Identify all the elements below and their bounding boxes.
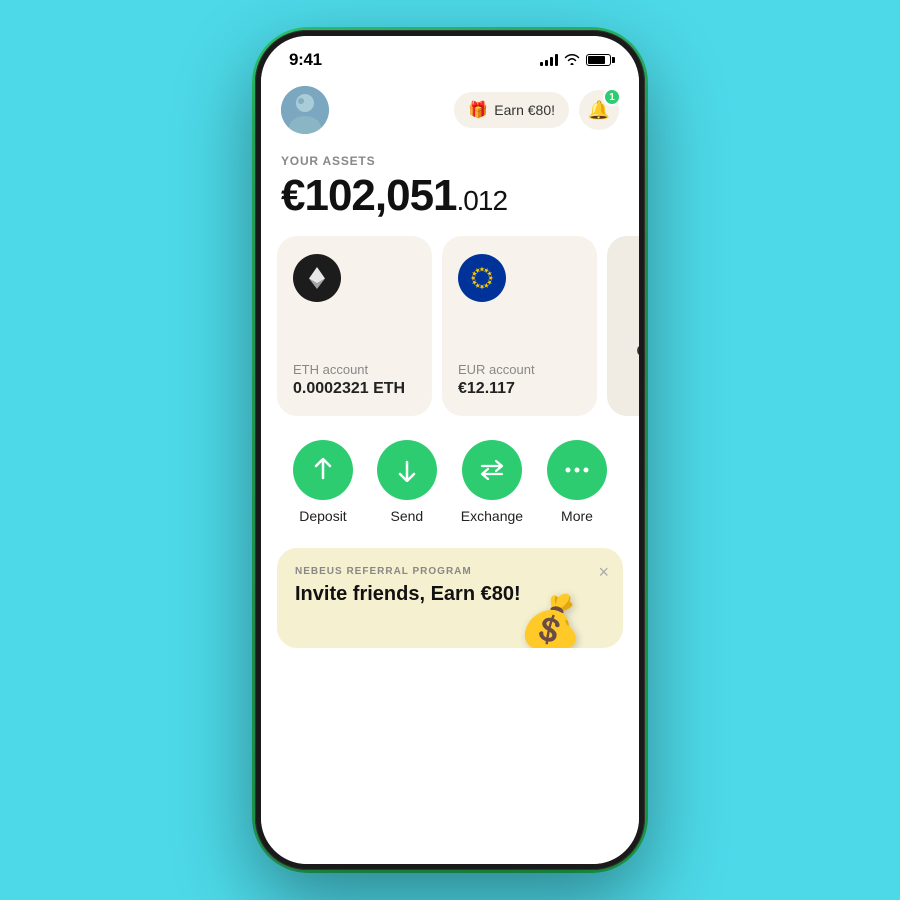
referral-banner[interactable]: NEBEUS REFERRAL PROGRAM Invite friends, …	[277, 548, 623, 648]
assets-amount-main: €102,051	[281, 171, 457, 220]
avatar[interactable]	[281, 86, 329, 134]
exchange-button[interactable]	[462, 440, 522, 500]
status-bar: 9:41	[261, 36, 639, 78]
more-action[interactable]: More	[547, 440, 607, 524]
cards-section: ETH account 0.0002321 ETH	[261, 236, 639, 416]
close-icon: ×	[598, 562, 609, 582]
assets-label: YOUR ASSETS	[281, 154, 619, 168]
eur-icon	[458, 254, 506, 302]
header: 🎁 Earn €80! 🔔 1	[261, 78, 639, 146]
wifi-icon	[564, 53, 580, 68]
phone-frame: 9:41	[255, 30, 645, 870]
assets-amount: €102,051.012	[281, 172, 619, 220]
send-label: Send	[391, 508, 424, 524]
gift-icon: 🎁	[468, 100, 488, 120]
eth-card-label: ETH account	[293, 362, 416, 377]
more-button[interactable]	[547, 440, 607, 500]
eur-card[interactable]: EUR account €12.117	[442, 236, 597, 416]
assets-amount-decimal: .012	[457, 185, 508, 216]
eur-card-label: EUR account	[458, 362, 581, 377]
battery-icon	[586, 54, 611, 66]
phone-screen: 9:41	[261, 36, 639, 864]
deposit-button[interactable]	[293, 440, 353, 500]
open-label: Open	[637, 343, 639, 361]
status-time: 9:41	[289, 50, 322, 70]
send-button[interactable]	[377, 440, 437, 500]
signal-icon	[540, 54, 558, 66]
banner-image: 💰	[518, 592, 583, 648]
notification-button[interactable]: 🔔 1	[579, 90, 619, 130]
earn-button-label: Earn €80!	[494, 102, 555, 118]
actions-section: Deposit Send	[261, 416, 639, 540]
deposit-label: Deposit	[299, 508, 346, 524]
eur-card-value: €12.117	[458, 380, 581, 398]
eth-card[interactable]: ETH account 0.0002321 ETH	[277, 236, 432, 416]
deposit-action[interactable]: Deposit	[293, 440, 353, 524]
notification-badge: 1	[603, 88, 621, 106]
assets-section: YOUR ASSETS €102,051.012	[261, 146, 639, 236]
eth-card-info: ETH account 0.0002321 ETH	[293, 362, 416, 398]
banner-close-button[interactable]: ×	[598, 562, 609, 583]
add-account-card[interactable]: + Open	[607, 236, 639, 416]
more-label: More	[561, 508, 593, 524]
exchange-action[interactable]: Exchange	[461, 440, 523, 524]
eth-card-value: 0.0002321 ETH	[293, 380, 416, 398]
status-icons	[540, 53, 611, 68]
exchange-label: Exchange	[461, 508, 523, 524]
earn-button[interactable]: 🎁 Earn €80!	[454, 92, 569, 128]
banner-tag: NEBEUS REFERRAL PROGRAM	[295, 566, 605, 577]
app-content: 🎁 Earn €80! 🔔 1 YOUR ASSETS €102,051.012	[261, 78, 639, 864]
send-action[interactable]: Send	[377, 440, 437, 524]
eur-card-info: EUR account €12.117	[458, 362, 581, 398]
eth-icon	[293, 254, 341, 302]
header-right: 🎁 Earn €80! 🔔 1	[454, 90, 619, 130]
